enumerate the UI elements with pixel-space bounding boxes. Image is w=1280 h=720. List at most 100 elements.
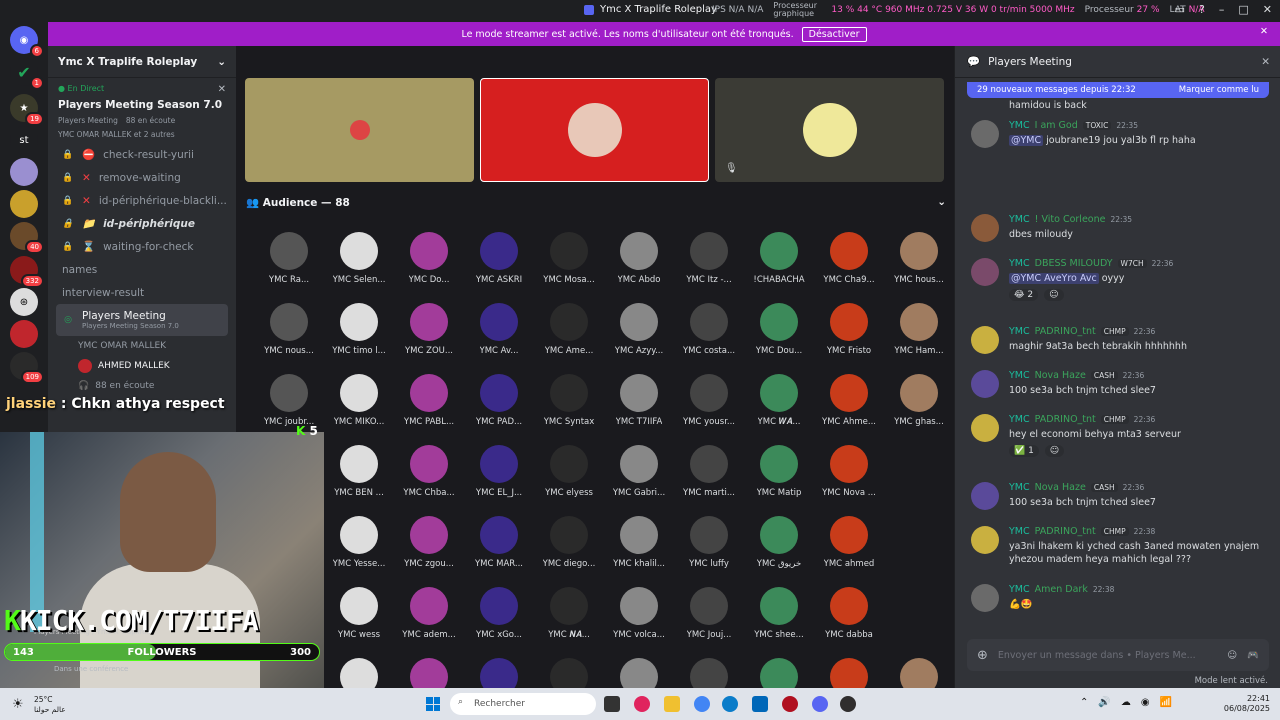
audience-member[interactable] xyxy=(884,516,954,569)
audience-member[interactable]: YMC Jouj... xyxy=(674,587,744,640)
message-author[interactable]: DBESS MILOUDY xyxy=(1035,258,1113,269)
close-button[interactable]: ✕ xyxy=(1263,3,1272,16)
add-reaction-icon[interactable]: ☺ xyxy=(1044,289,1064,301)
audience-member[interactable]: YMC Selen... xyxy=(324,232,394,285)
channel-item-players-meeting[interactable]: ◎ Players Meeting Players Meeting Season… xyxy=(56,304,228,336)
chat-message[interactable]: YMC Nova Haze CASH 22:36 100 se3a bch tnjm t… xyxy=(971,482,1271,510)
file-explorer-icon[interactable] xyxy=(664,696,680,712)
server-header[interactable]: Ymc X Traplife Roleplay ⌄ xyxy=(48,46,236,78)
audience-member[interactable]: YMC timo l... xyxy=(324,303,394,356)
audience-member[interactable]: YMC ZOU... xyxy=(394,303,464,356)
reaction[interactable]: 😂 2 xyxy=(1009,289,1039,301)
audience-member[interactable]: YMC T7IIFA xyxy=(604,374,674,427)
store-icon[interactable] xyxy=(752,696,768,712)
audience-member[interactable]: YMC elyess xyxy=(534,445,604,498)
chat-message[interactable]: YMC PADRINO_tnt CHMP 22:36 hey el economi be… xyxy=(971,414,1271,457)
audience-member[interactable]: YMC khalil... xyxy=(604,516,674,569)
clock[interactable]: 22:41 06/08/2025 xyxy=(1224,694,1270,714)
channel-item[interactable]: names xyxy=(48,258,236,281)
mark-read-button[interactable]: Marquer comme lu xyxy=(1179,85,1259,95)
cloud-icon[interactable]: ☁ xyxy=(1121,697,1131,708)
new-messages-bar[interactable]: 29 nouveaux messages depuis 22:32 Marque… xyxy=(967,82,1269,98)
message-author[interactable]: Nova Haze xyxy=(1035,370,1086,381)
discord-icon[interactable] xyxy=(812,696,828,712)
wifi-icon[interactable]: 📶 xyxy=(1160,697,1172,708)
emoji-icon[interactable]: ☺ xyxy=(1227,650,1237,661)
disable-streamer-button[interactable]: Désactiver xyxy=(801,26,867,42)
chat-message[interactable]: YMC I am God TOXIC 22:35 @YMC joubrane19 jou… xyxy=(971,120,1271,148)
guild-icon[interactable]: 109 xyxy=(10,352,44,384)
message-author[interactable]: PADRINO_tnt xyxy=(1035,414,1096,425)
reaction[interactable]: ✅ 1 xyxy=(1009,445,1039,457)
audience-member[interactable]: YMC wess xyxy=(324,587,394,640)
audience-member[interactable]: YMC adem... xyxy=(394,587,464,640)
audience-member[interactable]: YMC luffy xyxy=(674,516,744,569)
chevron-down-icon[interactable]: ⌄ xyxy=(937,196,946,209)
audience-member[interactable]: YMC Do... xyxy=(394,232,464,285)
stage-live-box[interactable]: ● En Direct ✕ Players Meeting Season 7.0 … xyxy=(48,78,236,143)
help-icon[interactable]: ? xyxy=(1199,3,1205,16)
message-author[interactable]: Nova Haze xyxy=(1035,482,1086,493)
audience-member[interactable]: YMC Ra... xyxy=(254,232,324,285)
audience-member[interactable]: YMC marti... xyxy=(674,445,744,498)
audience-member[interactable]: YMC volca... xyxy=(604,587,674,640)
audience-member[interactable]: YMC Fristo xyxy=(814,303,884,356)
channel-item[interactable]: 🔒 📁 id-périphérique xyxy=(48,212,236,235)
audience-member[interactable]: YMC diego... xyxy=(534,516,604,569)
plus-icon[interactable]: ⊕ xyxy=(977,648,988,663)
audience-member[interactable]: YMC yousr... xyxy=(674,374,744,427)
audience-member[interactable]: YMC PAD... xyxy=(464,374,534,427)
guild-icon[interactable]: ★ 19 xyxy=(10,94,44,126)
chat-message[interactable]: YMC PADRINO_tnt CHMP 22:36 maghir 9at3a bech… xyxy=(971,326,1271,354)
discord-tray-icon[interactable]: ◉ xyxy=(1141,697,1150,708)
discord-home-icon[interactable]: ◉ 6 xyxy=(10,26,44,58)
audience-member[interactable]: YMC 𝑾𝑨... xyxy=(744,374,814,427)
speaker-tile[interactable] xyxy=(245,78,474,182)
audience-member[interactable]: YMC Syntax xyxy=(534,374,604,427)
audience-member[interactable]: YMC joubr... xyxy=(254,374,324,427)
windows-start-icon[interactable] xyxy=(426,697,440,711)
add-reaction-icon[interactable]: ☺ xyxy=(1044,445,1065,457)
audience-member[interactable]: YMC EL_J... xyxy=(464,445,534,498)
check-icon[interactable]: ✔ 1 xyxy=(10,58,44,90)
channel-item[interactable]: 🔒 ✕ remove-waiting xyxy=(48,166,236,189)
guild-icon[interactable]: 40 xyxy=(10,222,44,254)
audience-member[interactable]: YMC MIKO... xyxy=(324,374,394,427)
volume-icon[interactable]: 🔊 xyxy=(1098,697,1110,708)
audience-member[interactable]: YMC Ham... xyxy=(884,303,954,356)
guild-icon[interactable] xyxy=(10,320,38,348)
message-author[interactable]: ! Vito Corleone xyxy=(1035,214,1106,225)
audience-member[interactable]: YMC xGo... xyxy=(464,587,534,640)
message-author[interactable]: I am God xyxy=(1035,120,1078,131)
audience-member[interactable]: YMC Matip xyxy=(744,445,814,498)
audience-member[interactable]: YMC Mosa... xyxy=(534,232,604,285)
audience-member[interactable]: YMC Ahme... xyxy=(814,374,884,427)
chevron-up-icon[interactable]: ⌃ xyxy=(1080,697,1088,708)
audience-member[interactable]: YMC ahmed xyxy=(814,516,884,569)
taskbar-search[interactable]: ⌕ Rechercher xyxy=(450,693,596,715)
audience-member[interactable]: YMC Ame... xyxy=(534,303,604,356)
guild-icon-st[interactable]: st xyxy=(10,126,38,154)
guild-icon[interactable]: 332 xyxy=(10,256,44,288)
user-mention[interactable]: @YMC xyxy=(1009,135,1044,146)
voice-user[interactable]: YMC OMAR MALLEK xyxy=(48,336,236,356)
audience-member[interactable]: YMC MAR... xyxy=(464,516,534,569)
user-mention[interactable]: @YMC AveYro Avc xyxy=(1009,273,1099,284)
audience-member[interactable]: YMC Chba... xyxy=(394,445,464,498)
speaker-tile[interactable]: 🎙 xyxy=(715,78,944,182)
audience-member[interactable]: YMC Cha9... xyxy=(814,232,884,285)
speaker-tile[interactable] xyxy=(480,78,709,182)
guild-icon[interactable]: ⊛ xyxy=(10,288,38,316)
task-view-icon[interactable] xyxy=(604,696,620,712)
audience-member[interactable]: YMC dabba xyxy=(814,587,884,640)
weather-widget[interactable]: 25°C عالم حولنا xyxy=(34,695,66,715)
audience-member[interactable]: YMC Abdo xyxy=(604,232,674,285)
channel-item[interactable]: interview-result xyxy=(48,281,236,304)
channel-item[interactable]: 🔒 ⌛ waiting-for-check xyxy=(48,235,236,258)
audience-member[interactable]: !CHABACHA xyxy=(744,232,814,285)
app-icon[interactable] xyxy=(782,696,798,712)
gamepad-icon[interactable]: 🎮 xyxy=(1247,650,1259,661)
close-icon[interactable]: ✕ xyxy=(1261,56,1270,68)
voice-user[interactable]: AHMED MALLEK xyxy=(48,356,236,376)
audience-member[interactable]: YMC خريوق xyxy=(744,516,814,569)
